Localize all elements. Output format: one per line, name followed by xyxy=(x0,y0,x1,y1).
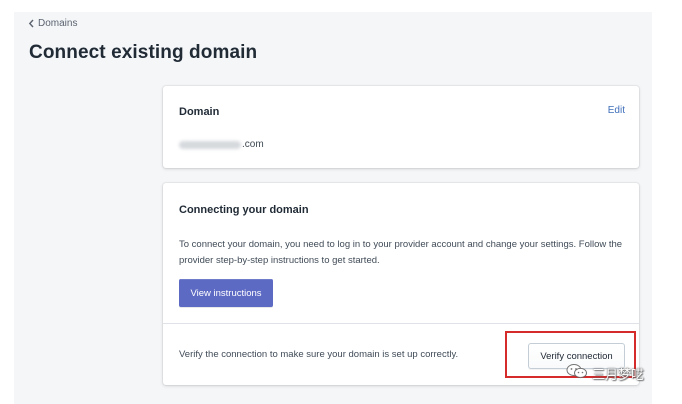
view-instructions-button[interactable]: View instructions xyxy=(179,279,273,307)
domain-suffix: .com xyxy=(242,139,264,150)
connect-instructions: To connect your domain, you need to log … xyxy=(179,239,623,266)
domain-name-redacted xyxy=(179,140,241,149)
page-title: Connect existing domain xyxy=(29,42,258,63)
watermark: 三月梦呓 xyxy=(566,363,644,384)
edit-link[interactable]: Edit xyxy=(608,105,625,116)
breadcrumb-label[interactable]: Domains xyxy=(38,18,77,29)
domain-value: .com xyxy=(179,139,264,150)
chevron-left-icon xyxy=(28,19,35,28)
connect-card-heading: Connecting your domain xyxy=(179,204,309,216)
watermark-text: 三月梦呓 xyxy=(592,367,645,382)
divider xyxy=(163,323,639,324)
domain-card: Domain Edit .com xyxy=(163,86,639,168)
verify-description: Verify the connection to make sure your … xyxy=(179,349,459,360)
domain-card-heading: Domain xyxy=(179,106,220,118)
wechat-icon xyxy=(566,363,588,384)
breadcrumb[interactable]: Domains xyxy=(28,16,77,30)
